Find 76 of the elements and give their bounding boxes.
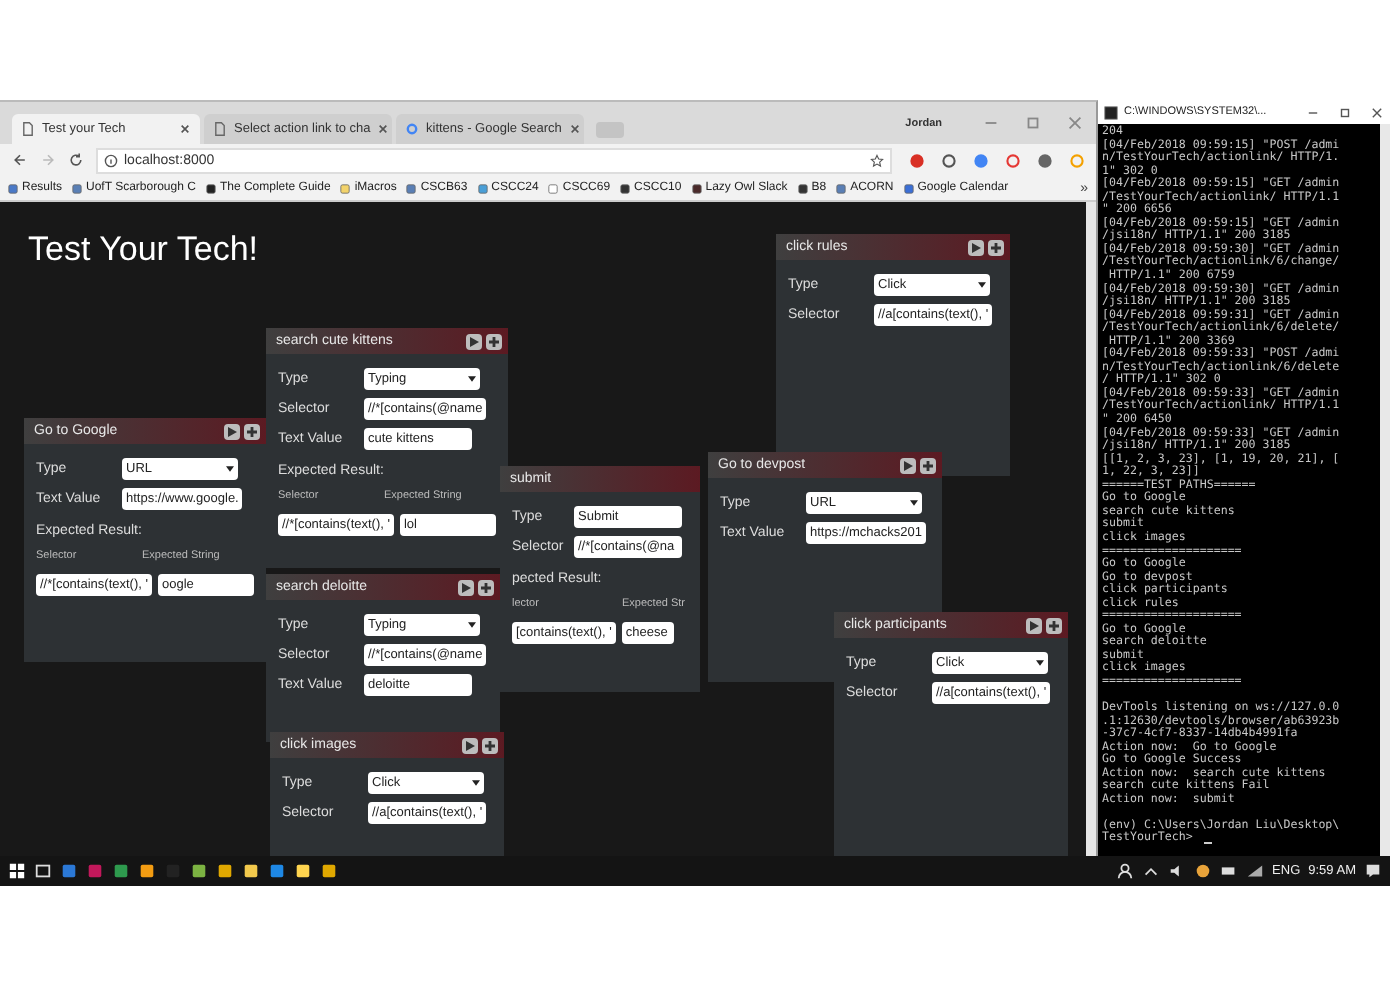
plus-icon	[920, 457, 936, 473]
caret-icon	[468, 376, 476, 382]
bookmark-icon	[691, 183, 702, 193]
close-icon[interactable]	[1370, 105, 1384, 119]
play-button[interactable]	[223, 423, 240, 439]
play-icon	[968, 239, 984, 255]
extension-icon[interactable]	[974, 153, 988, 167]
play-button[interactable]	[458, 579, 474, 595]
extension-icon[interactable]	[1006, 153, 1020, 167]
console-icon	[1104, 105, 1118, 119]
play-icon	[458, 579, 474, 595]
caret-icon	[472, 780, 480, 786]
page-title: Test Your Tech!	[28, 230, 258, 270]
plus-icon	[485, 333, 502, 349]
bookmark-icon	[620, 183, 631, 193]
play-icon	[900, 457, 916, 473]
scrollbar[interactable]	[1086, 202, 1096, 856]
caret-icon	[1036, 660, 1044, 666]
bookmark-icon	[8, 183, 18, 193]
bookmark-icon	[406, 183, 417, 193]
plus-icon	[988, 239, 1004, 255]
add-button[interactable]	[482, 737, 498, 753]
extension-icon[interactable]	[1038, 153, 1052, 167]
wifi-icon[interactable]	[1246, 862, 1265, 880]
battery-icon[interactable]	[1220, 862, 1239, 880]
bookmark-icon	[836, 183, 847, 193]
bookmark-icon	[903, 183, 914, 193]
add-button[interactable]	[478, 579, 494, 595]
bookmark-icon	[797, 183, 808, 193]
notification-icon[interactable]	[1364, 862, 1382, 880]
close-icon[interactable]	[569, 124, 580, 134]
add-button[interactable]	[485, 333, 502, 349]
extension-icon[interactable]	[942, 153, 956, 167]
add-button[interactable]	[1046, 617, 1062, 633]
close-icon[interactable]	[180, 124, 190, 134]
reload-icon[interactable]	[68, 152, 84, 168]
plus-icon	[243, 423, 260, 439]
play-button[interactable]	[1026, 617, 1042, 633]
back-icon[interactable]	[12, 152, 28, 168]
caret-icon[interactable]	[1142, 862, 1161, 880]
play-icon	[465, 333, 482, 349]
plus-icon	[482, 737, 498, 753]
caret-icon	[910, 500, 918, 506]
play-icon	[462, 737, 478, 753]
people-icon[interactable]	[1116, 862, 1135, 880]
star-icon[interactable]	[870, 153, 884, 167]
play-icon	[1026, 617, 1042, 633]
text-cursor	[1204, 842, 1212, 845]
bookmark-icon	[477, 183, 488, 193]
play-button[interactable]	[900, 457, 916, 473]
maximize-icon[interactable]	[1338, 105, 1352, 119]
add-button[interactable]	[243, 423, 260, 439]
play-button[interactable]	[462, 737, 478, 753]
add-button[interactable]	[920, 457, 936, 473]
bookmark-icon	[205, 183, 216, 193]
caret-icon	[468, 622, 476, 628]
play-icon	[223, 423, 240, 439]
caret-icon	[978, 282, 986, 288]
bookmark-icon	[548, 183, 559, 193]
plus-icon	[1046, 617, 1062, 633]
caret-icon	[226, 466, 234, 472]
bookmark-icon	[340, 183, 351, 193]
ring-icon	[406, 122, 418, 136]
play-button[interactable]	[968, 239, 984, 255]
extension-icon[interactable]	[910, 153, 924, 167]
windows-icon[interactable]	[8, 862, 26, 880]
page-icon	[214, 122, 226, 136]
play-button[interactable]	[465, 333, 482, 349]
task-view-icon[interactable]	[34, 862, 52, 880]
page-icon	[22, 122, 34, 136]
plus-icon	[478, 579, 494, 595]
add-button[interactable]	[988, 239, 1004, 255]
bookmark-icon	[72, 183, 83, 193]
info-icon	[104, 153, 118, 167]
scrollbar[interactable]	[1380, 124, 1390, 856]
close-icon[interactable]	[378, 124, 389, 134]
